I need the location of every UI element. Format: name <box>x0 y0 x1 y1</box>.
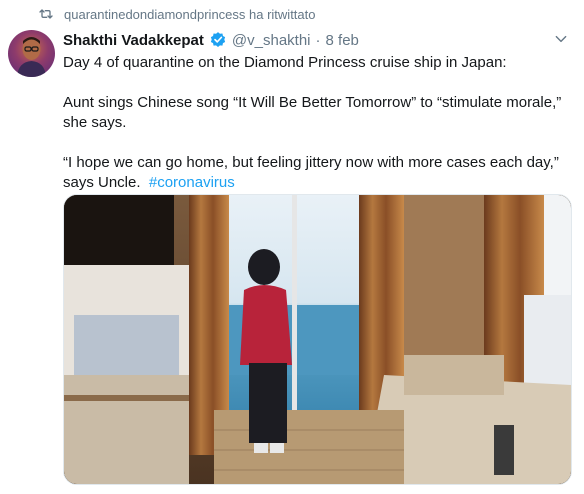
hashtag-link[interactable]: #coronavirus <box>149 174 235 191</box>
tweet-line-3-text: “I hope we can go home, but feeling jitt… <box>63 154 559 191</box>
tweet-header: Shakthi Vadakkepat @v_shakthi · 8 feb <box>63 31 359 49</box>
chevron-down-icon[interactable] <box>554 32 568 46</box>
retweet-label[interactable]: quarantinedondiamondprincess ha ritwitta… <box>64 7 316 22</box>
author-handle[interactable]: @v_shakthi <box>232 32 311 49</box>
retweet-icon <box>39 9 53 19</box>
tweet-line-1: Day 4 of quarantine on the Diamond Princ… <box>63 54 507 71</box>
verified-badge-icon <box>210 32 226 47</box>
retweet-context[interactable]: quarantinedondiamondprincess ha ritwitta… <box>38 6 316 22</box>
separator-dot: · <box>315 31 321 49</box>
author-name[interactable]: Shakthi Vadakkepat <box>63 32 204 49</box>
avatar[interactable] <box>8 30 55 77</box>
tweet-timestamp[interactable]: 8 feb <box>326 32 359 49</box>
cabin-video-frame <box>64 195 571 484</box>
tweet-media-video[interactable] <box>63 194 572 485</box>
tweet-line-2: Aunt sings Chinese song “It Will Be Bett… <box>63 94 562 131</box>
tweet-text: Day 4 of quarantine on the Diamond Princ… <box>63 53 568 193</box>
tweet-line-3: “I hope we can go home, but feeling jitt… <box>63 153 568 193</box>
